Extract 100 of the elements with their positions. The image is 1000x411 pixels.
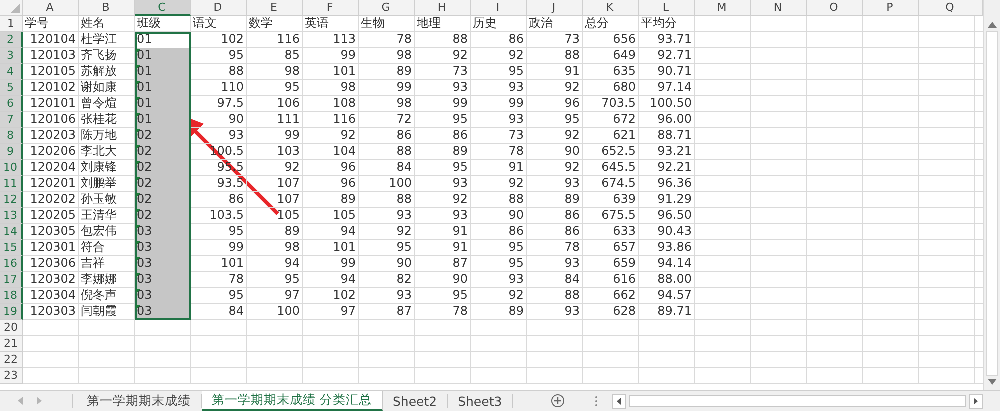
row-header[interactable]: 21	[0, 336, 23, 352]
column-header[interactable]: A	[23, 0, 79, 16]
table-cell-text: 662	[612, 288, 637, 304]
table-cell: 02	[135, 160, 191, 176]
table-cell-text: 120206	[29, 144, 77, 160]
table-cell-text: 95	[452, 112, 469, 128]
row-header[interactable]: 14	[0, 224, 23, 240]
table-cell-text: 93	[508, 80, 525, 96]
column-header[interactable]: D	[191, 0, 247, 16]
corner-triangle-icon	[11, 4, 20, 13]
sheet-tab[interactable]: Sheet3	[448, 394, 514, 408]
column-header[interactable]: G	[359, 0, 415, 16]
table-cell-text: 95	[228, 48, 245, 64]
scrollbar-thumb[interactable]	[986, 31, 998, 376]
row-header[interactable]: 9	[0, 144, 23, 160]
sheet-tab[interactable]: Sheet2	[382, 394, 448, 408]
row-header[interactable]: 20	[0, 320, 23, 336]
scroll-left-button[interactable]	[612, 394, 626, 408]
table-cell-text: 89.71	[656, 304, 693, 320]
table-cell-text: 98	[284, 64, 301, 80]
table-cell-text: 92	[508, 48, 525, 64]
table-cell-text: 96.36	[656, 176, 693, 192]
horizontal-scrollbar-thumb[interactable]	[629, 395, 966, 407]
column-header[interactable]: Q	[919, 0, 983, 16]
table-cell-text: 120304	[29, 288, 77, 304]
table-cell-text: 93	[452, 208, 469, 224]
table-cell-text: 95	[396, 240, 413, 256]
table-cell-text: 100	[276, 304, 301, 320]
table-cell-text: 101	[220, 256, 245, 272]
table-cell-text: 闫朝霞	[80, 304, 118, 320]
table-cell-text: 91.29	[656, 192, 693, 208]
table-cell: 03	[135, 240, 191, 256]
column-header[interactable]: N	[751, 0, 807, 16]
table-cell: 01	[135, 32, 191, 48]
table-cell-text: 98	[284, 240, 301, 256]
next-sheet-icon[interactable]	[37, 397, 42, 405]
table-cell-text: 120101	[29, 96, 77, 112]
row-header[interactable]: 3	[0, 48, 23, 64]
column-title: 历史	[472, 16, 498, 32]
scroll-up-icon[interactable]	[988, 22, 996, 28]
add-sheet-icon[interactable]	[551, 394, 566, 408]
table-cell-text: 88	[452, 32, 469, 48]
row-header[interactable]: 2	[0, 32, 23, 48]
row-header[interactable]: 17	[0, 272, 23, 288]
column-header[interactable]: H	[415, 0, 471, 16]
table-cell-text: 633	[612, 224, 637, 240]
row-header[interactable]: 13	[0, 208, 23, 224]
row-header[interactable]: 10	[0, 160, 23, 176]
table-cell-text: 116	[276, 32, 301, 48]
scroll-right-button[interactable]	[969, 394, 983, 408]
row-header[interactable]: 12	[0, 192, 23, 208]
column-header[interactable]: M	[695, 0, 751, 16]
table-cell: 03	[135, 288, 191, 304]
row-header[interactable]: 18	[0, 288, 23, 304]
table-cell-text: 94	[284, 256, 301, 272]
table-cell-text: 105	[332, 208, 357, 224]
row-header[interactable]: 4	[0, 64, 23, 80]
table-cell-text: 94	[340, 224, 357, 240]
row-header[interactable]: 11	[0, 176, 23, 192]
table-cell-text: 110	[220, 80, 245, 96]
table-cell-text: 刘鹏举	[80, 176, 118, 192]
row-header[interactable]: 6	[0, 96, 23, 112]
row-header[interactable]: 5	[0, 80, 23, 96]
table-cell-text: 93.86	[656, 240, 693, 256]
column-title: 班级	[136, 16, 162, 32]
row-header[interactable]: 7	[0, 112, 23, 128]
column-header[interactable]: O	[807, 0, 863, 16]
table-cell: 02	[135, 192, 191, 208]
column-header[interactable]: I	[471, 0, 527, 16]
table-cell-text: 87	[396, 304, 413, 320]
column-header[interactable]: F	[303, 0, 359, 16]
previous-sheet-icon[interactable]	[18, 397, 23, 405]
select-all-button[interactable]	[0, 0, 23, 16]
table-cell-text: 639	[612, 192, 637, 208]
table-cell-text: 105	[276, 208, 301, 224]
column-header[interactable]: J	[527, 0, 583, 16]
sheet-tab[interactable]: 第一学期期末成绩 分类汇总	[202, 391, 383, 411]
scroll-down-icon[interactable]	[988, 379, 996, 385]
column-header[interactable]: P	[863, 0, 919, 16]
splitter-icon[interactable]	[595, 396, 598, 406]
table-cell-text: 93	[452, 80, 469, 96]
column-title: 平均分	[640, 16, 678, 32]
table-cell-text: 98	[340, 80, 357, 96]
column-header[interactable]: L	[639, 0, 695, 16]
row-header[interactable]: 23	[0, 368, 23, 384]
column-header[interactable]: C	[135, 0, 191, 16]
vertical-scrollbar[interactable]	[983, 0, 1000, 390]
table-cell-text: 90	[452, 272, 469, 288]
table-cell-text: 73	[564, 32, 581, 48]
column-header[interactable]: K	[583, 0, 639, 16]
row-header[interactable]: 15	[0, 240, 23, 256]
column-header[interactable]: B	[79, 0, 135, 16]
row-header[interactable]: 19	[0, 304, 23, 320]
row-header[interactable]: 8	[0, 128, 23, 144]
table-cell-text: 符合	[80, 240, 106, 256]
row-header[interactable]: 22	[0, 352, 23, 368]
row-header[interactable]: 1	[0, 16, 23, 32]
row-header[interactable]: 16	[0, 256, 23, 272]
column-header[interactable]: E	[247, 0, 303, 16]
table-cell-text: 102	[332, 288, 357, 304]
